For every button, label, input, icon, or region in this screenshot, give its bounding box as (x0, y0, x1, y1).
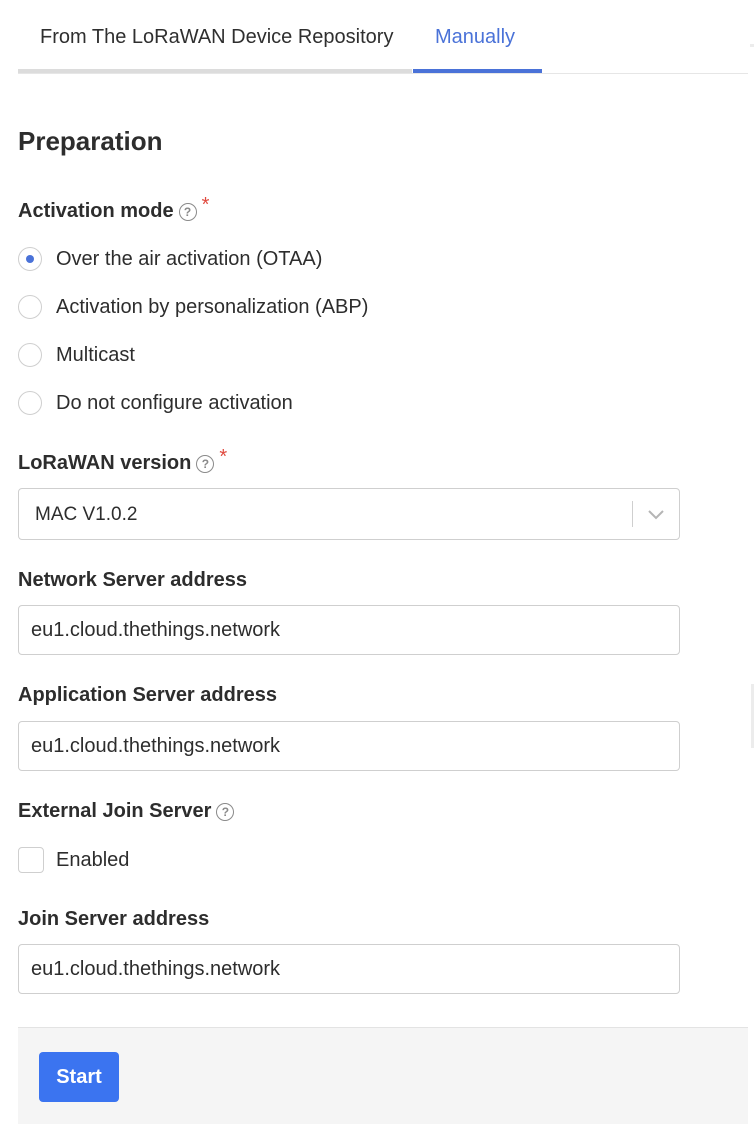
enabled-checkbox[interactable] (18, 847, 44, 873)
lorawan-version-value: MAC V1.0.2 (35, 504, 138, 525)
radio-dot (25, 254, 34, 263)
tab-manually[interactable]: Manually (413, 26, 542, 73)
radio-button[interactable] (18, 295, 42, 319)
radio-label: Do not configure activation (56, 391, 293, 414)
network-server-label: Network Server address (18, 569, 248, 591)
tab-bar: From The LoRaWAN Device Repository Manua… (18, 0, 748, 75)
section-title: Preparation (18, 126, 163, 156)
tab-manually-label: Manually (435, 26, 516, 48)
tab-device-repository[interactable]: From The LoRaWAN Device Repository (40, 26, 393, 49)
start-button[interactable]: Start (39, 1052, 119, 1102)
select-separator (632, 501, 633, 527)
radio-do-not-configure[interactable]: Do not configure activation (18, 389, 293, 417)
chevron-down-icon[interactable] (645, 503, 667, 525)
radio-otaa[interactable]: Over the air activation (OTAA) (18, 245, 322, 273)
join-server-label: Join Server address (18, 908, 210, 930)
activation-mode-label: Activation mode ? * (18, 194, 209, 223)
radio-multicast[interactable]: Multicast (18, 341, 135, 369)
radio-label: Multicast (56, 343, 135, 366)
join-server-input[interactable] (18, 944, 680, 994)
radio-label: Over the air activation (OTAA) (56, 247, 323, 270)
activation-mode-text: Activation mode (18, 200, 174, 222)
lorawan-version-label: LoRaWAN version ? * (18, 446, 227, 475)
edge-mark (750, 44, 754, 47)
required-mark: * (219, 446, 228, 468)
help-circle-icon[interactable]: ? (178, 202, 197, 221)
checkbox-label: Enabled (56, 848, 130, 871)
application-server-input[interactable] (18, 721, 680, 771)
tab-baseline (18, 73, 748, 74)
lorawan-version-text: LoRaWAN version (18, 452, 192, 474)
radio-label: Activation by personalization (ABP) (56, 295, 369, 318)
external-join-server-label: External Join Server ? (18, 800, 235, 823)
radio-button[interactable] (18, 391, 42, 415)
radio-button-checked[interactable] (18, 247, 42, 271)
required-mark: * (201, 194, 210, 216)
external-join-server-text: External Join Server (18, 800, 212, 822)
application-server-label: Application Server address (18, 684, 277, 706)
help-circle-icon[interactable]: ? (216, 802, 235, 821)
lorawan-version-select[interactable]: MAC V1.0.2 (18, 488, 680, 540)
active-tab-indicator (413, 69, 542, 73)
radio-button[interactable] (18, 343, 42, 367)
form-footer: Start (18, 1027, 748, 1124)
external-join-server-checkbox-row[interactable]: Enabled (18, 846, 129, 874)
network-server-input[interactable] (18, 605, 680, 655)
help-circle-icon[interactable]: ? (196, 454, 215, 473)
radio-abp[interactable]: Activation by personalization (ABP) (18, 293, 368, 321)
